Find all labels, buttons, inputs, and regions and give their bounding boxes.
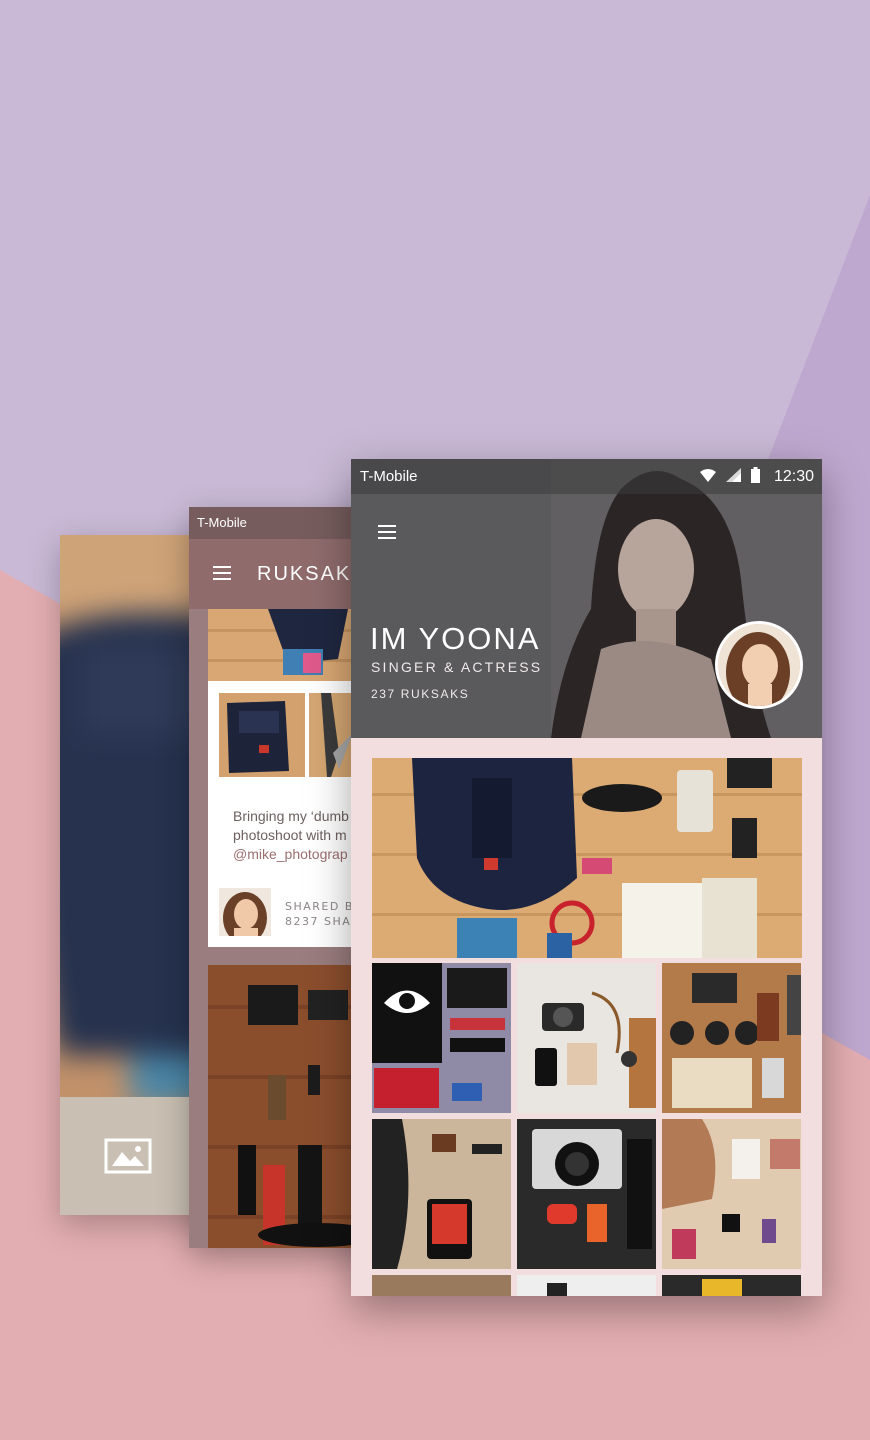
- card-thumbnail[interactable]: [219, 693, 305, 777]
- hamburger-menu-icon[interactable]: [378, 524, 396, 543]
- profile-header: T-Mobile 12:30 IM YOONA SINGER & ACTRESS…: [351, 459, 822, 738]
- ruksak-tile[interactable]: [662, 1275, 801, 1296]
- ruksak-tile[interactable]: [662, 963, 801, 1113]
- wifi-icon: [699, 468, 716, 486]
- carrier-label: T-Mobile: [360, 468, 418, 485]
- ruksak-tile[interactable]: [372, 1275, 511, 1296]
- ruksak-count: 237 RUKSAKS: [371, 687, 470, 701]
- clock-time: 12:30: [773, 468, 814, 485]
- ruksak-tile[interactable]: [517, 963, 656, 1113]
- avatar[interactable]: [715, 621, 803, 709]
- front-phone-screen: T-Mobile 12:30 IM YOONA SINGER & ACTRESS…: [351, 459, 822, 1296]
- ruksak-tile[interactable]: [372, 1119, 511, 1269]
- hamburger-menu-icon[interactable]: [213, 565, 231, 584]
- ruksak-tile[interactable]: [662, 1119, 801, 1269]
- featured-ruksak-photo[interactable]: [372, 758, 802, 958]
- ruksak-tile[interactable]: [517, 1119, 656, 1269]
- status-bar: T-Mobile 12:30: [351, 459, 822, 494]
- avatar[interactable]: [219, 888, 271, 936]
- profile-name: IM YOONA: [370, 621, 541, 656]
- signal-icon: [725, 468, 741, 486]
- app-title: RUKSAK: [257, 562, 352, 585]
- carrier-label: T-Mobile: [197, 515, 247, 530]
- ruksak-tile[interactable]: [372, 963, 511, 1113]
- battery-icon: [750, 467, 760, 487]
- image-icon[interactable]: [104, 1138, 152, 1178]
- profile-role: SINGER & ACTRESS: [371, 659, 543, 675]
- ruksak-tile[interactable]: [517, 1275, 656, 1296]
